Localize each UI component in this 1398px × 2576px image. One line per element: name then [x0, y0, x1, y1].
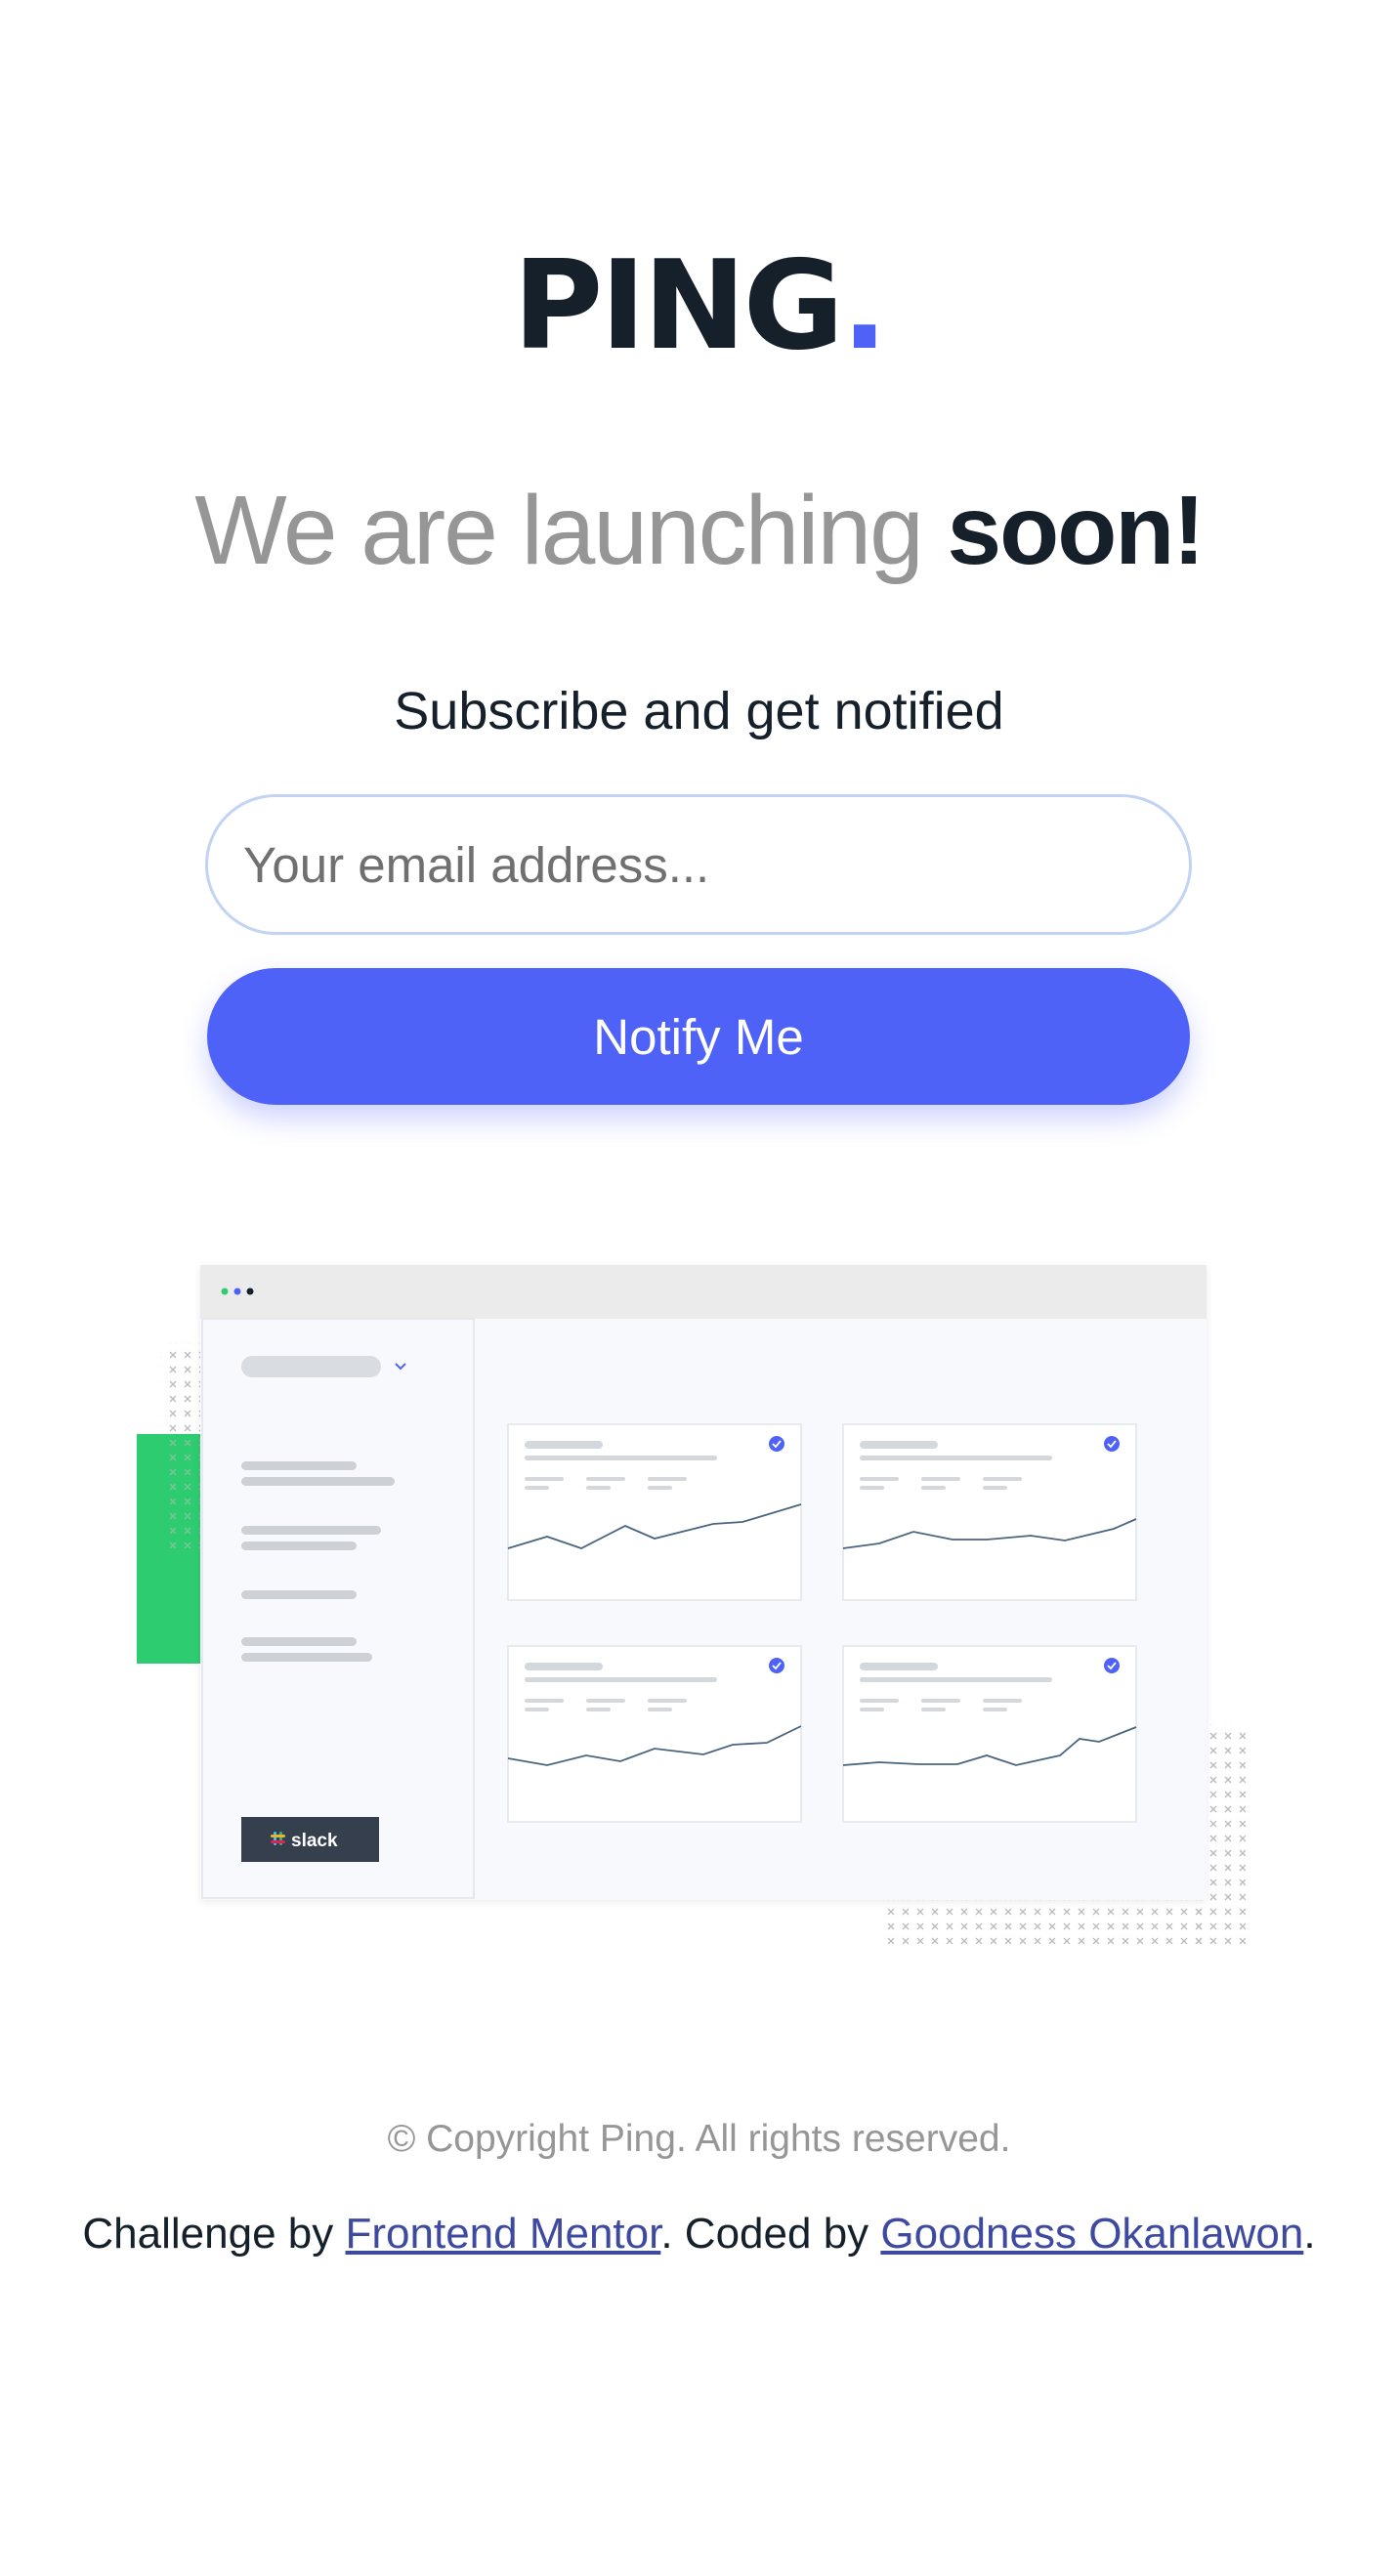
window-sidebar — [201, 1318, 475, 1899]
cross-pattern-bottom — [884, 1900, 1211, 1944]
check-icon — [1104, 1436, 1120, 1452]
headline-light: We are launching — [194, 476, 923, 585]
dashboard-card — [842, 1423, 1137, 1601]
subscribe-subheading: Subscribe and get notified — [394, 682, 1004, 740]
dashboard-illustration: slack — [137, 1265, 1246, 1944]
credits-suffix: . — [1303, 2210, 1316, 2258]
logo-text: PING — [513, 233, 844, 377]
check-icon — [769, 1436, 784, 1452]
window-dot-blue — [233, 1288, 241, 1295]
dashboard-card — [507, 1645, 802, 1823]
check-icon — [1104, 1658, 1120, 1673]
window-titlebar — [200, 1265, 1207, 1319]
author-link[interactable]: Goodness Okanlawon — [880, 2210, 1303, 2258]
copyright-text: © Copyright Ping. All rights reserved. — [387, 2118, 1011, 2160]
headline-bold: soon! — [947, 476, 1206, 585]
attribution: Challenge by Frontend Mentor. Coded by G… — [0, 2205, 1398, 2263]
window-dot-green — [221, 1288, 229, 1295]
email-input[interactable] — [205, 794, 1192, 935]
notify-me-button[interactable]: Notify Me — [207, 968, 1190, 1105]
ping-logo: PING. — [0, 242, 1398, 369]
page-title: We are launching soon! — [0, 467, 1398, 594]
check-icon — [769, 1658, 784, 1673]
window-dot-dark — [246, 1288, 254, 1295]
dashboard-card — [507, 1423, 802, 1601]
credits-prefix: Challenge by — [82, 2210, 334, 2258]
coded-by-text: . Coded by — [660, 2210, 869, 2258]
dashboard-card — [842, 1645, 1137, 1823]
slack-label: slack — [291, 1831, 338, 1851]
logo-dot: . — [841, 233, 888, 377]
frontend-mentor-link[interactable]: Frontend Mentor — [346, 2210, 661, 2258]
